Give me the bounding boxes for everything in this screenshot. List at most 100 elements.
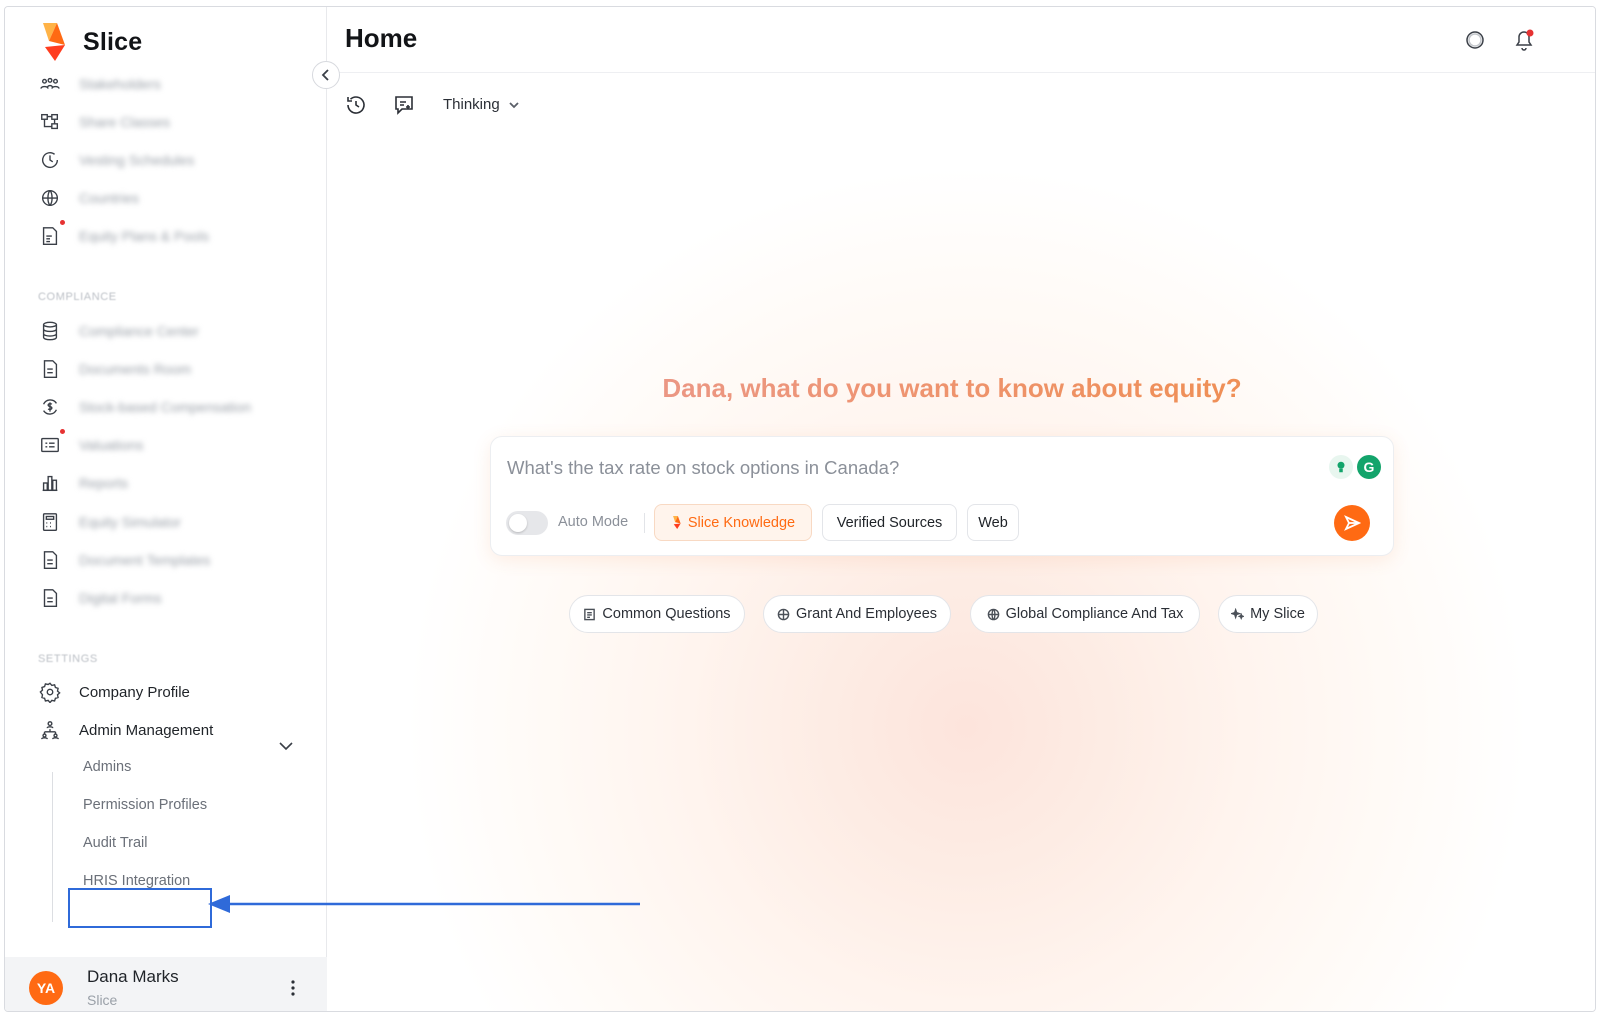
bar-chart-icon: [37, 470, 63, 496]
chat-input[interactable]: [507, 457, 1307, 479]
sidebar-item-label: Equity Plans & Pools: [79, 228, 209, 244]
clock-icon: [37, 147, 63, 173]
sidebar-item-label: Valuations: [79, 437, 144, 453]
grammarly-icon[interactable]: G: [1357, 455, 1381, 479]
extension-icons: G: [1329, 454, 1385, 480]
submenu-item-audit-trail[interactable]: Audit Trail: [83, 835, 147, 851]
notification-dot: [60, 429, 65, 434]
globe-icon: [37, 185, 63, 211]
globe-icon: [777, 608, 790, 620]
sidebar-item-countries[interactable]: Countries: [37, 183, 139, 213]
chip-label: Web: [978, 514, 1008, 531]
sidebar-item-reports[interactable]: Reports: [37, 468, 128, 498]
lightbulb-icon[interactable]: [1329, 455, 1353, 479]
sidebar-item-admin-management[interactable]: Admin Management: [37, 715, 213, 745]
chip-label: Verified Sources: [836, 514, 943, 531]
top-bar: Home: [327, 7, 1595, 73]
sidebar-item-compliance-center[interactable]: Compliance Center: [37, 316, 199, 346]
auto-mode-label: Auto Mode: [558, 514, 629, 530]
brand[interactable]: Slice: [37, 21, 142, 63]
org-chart-icon: [37, 717, 63, 743]
send-icon: [1344, 515, 1361, 531]
slice-logo-icon: [43, 23, 65, 61]
suggestion-label: My Slice: [1250, 606, 1305, 622]
suggestion-common-questions[interactable]: Common Questions: [569, 595, 745, 633]
calculator-icon: [37, 509, 63, 535]
sidebar-item-valuations[interactable]: Valuations: [37, 429, 144, 460]
sidebar-item-vesting-schedules[interactable]: Vesting Schedules: [37, 145, 194, 175]
globe-icon: [987, 608, 999, 620]
highlight-box: [68, 888, 212, 928]
greeting-headline: Dana, what do you want to know about equ…: [327, 373, 1577, 404]
section-title-settings: SETTINGS: [38, 653, 98, 665]
sidebar-item-label: Reports: [79, 475, 129, 491]
sidebar-item-equity-plans[interactable]: Equity Plans & Pools: [37, 220, 209, 251]
dollar-cycle-icon: [37, 394, 63, 420]
sidebar-item-company-profile[interactable]: Company Profile: [37, 677, 190, 707]
submenu-item-hris-integration[interactable]: HRIS Integration: [83, 873, 190, 889]
chip-label: Slice Knowledge: [687, 514, 796, 531]
suggestion-my-slice[interactable]: My Slice: [1218, 595, 1318, 633]
toggle-knob: [509, 514, 527, 532]
more-options-icon[interactable]: [290, 979, 296, 997]
suggestion-global-compliance-and-tax[interactable]: Global Compliance And Tax: [970, 595, 1200, 633]
chat-toolbar: Thinking: [327, 91, 727, 121]
sidebar-item-digital-forms[interactable]: Digital Forms: [37, 583, 161, 613]
mode-label: Thinking: [443, 96, 500, 113]
sidebar: Slice Stakeholders Share Classes Vesting…: [5, 7, 327, 1011]
new-chat-icon[interactable]: [392, 93, 418, 119]
user-profile-bar[interactable]: YA Dana Marks Slice: [5, 957, 327, 1011]
status-ring-icon[interactable]: [1462, 27, 1488, 53]
divider: [644, 513, 645, 533]
sidebar-item-stakeholders[interactable]: Stakeholders: [37, 69, 161, 99]
avatar: YA: [29, 971, 63, 1005]
sidebar-item-document-templates[interactable]: Document Templates: [37, 545, 210, 575]
bell-icon[interactable]: [1511, 27, 1537, 53]
sidebar-item-label: Equity Simulator: [79, 514, 181, 530]
user-name: Dana Marks: [87, 967, 179, 986]
mode-dropdown[interactable]: Thinking: [443, 96, 520, 113]
list-card-icon: [37, 429, 65, 458]
section-title-compliance: COMPLIANCE: [38, 291, 117, 303]
app-window: Slice Stakeholders Share Classes Vesting…: [4, 6, 1596, 1012]
sidebar-item-stock-based-compensation[interactable]: Stock-based Compensation: [37, 392, 251, 422]
document-icon: [37, 547, 63, 573]
source-chip-web[interactable]: Web: [967, 504, 1019, 541]
submenu-line: [52, 772, 53, 922]
sidebar-item-label: Share Classes: [79, 114, 171, 130]
chevron-left-icon: [321, 69, 329, 81]
sidebar-item-equity-simulator[interactable]: Equity Simulator: [37, 507, 181, 537]
suggestion-label: Common Questions: [602, 606, 731, 622]
suggestion-label: Global Compliance And Tax: [1005, 606, 1184, 622]
sidebar-item-documents-room[interactable]: Documents Room: [37, 354, 191, 384]
history-icon[interactable]: [344, 93, 370, 119]
slice-logo-icon: [672, 515, 681, 530]
source-chip-verified-sources[interactable]: Verified Sources: [822, 504, 957, 541]
suggestion-grant-and-employees[interactable]: Grant And Employees: [763, 595, 951, 633]
submenu-item-admins[interactable]: Admins: [83, 759, 131, 775]
sidebar-item-label: Countries: [79, 190, 139, 206]
suggestion-label: Grant And Employees: [795, 606, 938, 622]
main-content: Home Thinking Dana, what do you want to …: [327, 7, 1595, 1011]
sidebar-item-label: Stakeholders: [79, 76, 161, 92]
sidebar-item-label: Company Profile: [79, 683, 190, 701]
hierarchy-icon: [37, 109, 63, 135]
sidebar-item-share-classes[interactable]: Share Classes: [37, 107, 170, 137]
chat-box: G Auto Mode Slice Knowledge Verified Sou…: [490, 436, 1394, 556]
submenu-item-permission-profiles[interactable]: Permission Profiles: [83, 797, 207, 813]
chevron-down-icon: [509, 101, 519, 108]
send-button[interactable]: [1334, 505, 1370, 541]
sidebar-item-label: Vesting Schedules: [79, 152, 195, 168]
stakeholders-icon: [37, 71, 63, 97]
source-chip-slice-knowledge[interactable]: Slice Knowledge: [654, 504, 812, 541]
document-icon: [584, 608, 596, 620]
auto-mode-toggle[interactable]: [506, 511, 548, 535]
document-chart-icon: [37, 220, 65, 249]
gear-icon: [37, 679, 63, 705]
sidebar-item-label: Compliance Center: [79, 323, 199, 339]
collapse-sidebar-button[interactable]: [312, 61, 340, 89]
chevron-down-icon[interactable]: [277, 737, 295, 755]
sidebar-item-label: Document Templates: [79, 552, 211, 568]
page-title: Home: [345, 23, 418, 53]
sidebar-item-label: Admin Management: [79, 721, 214, 739]
